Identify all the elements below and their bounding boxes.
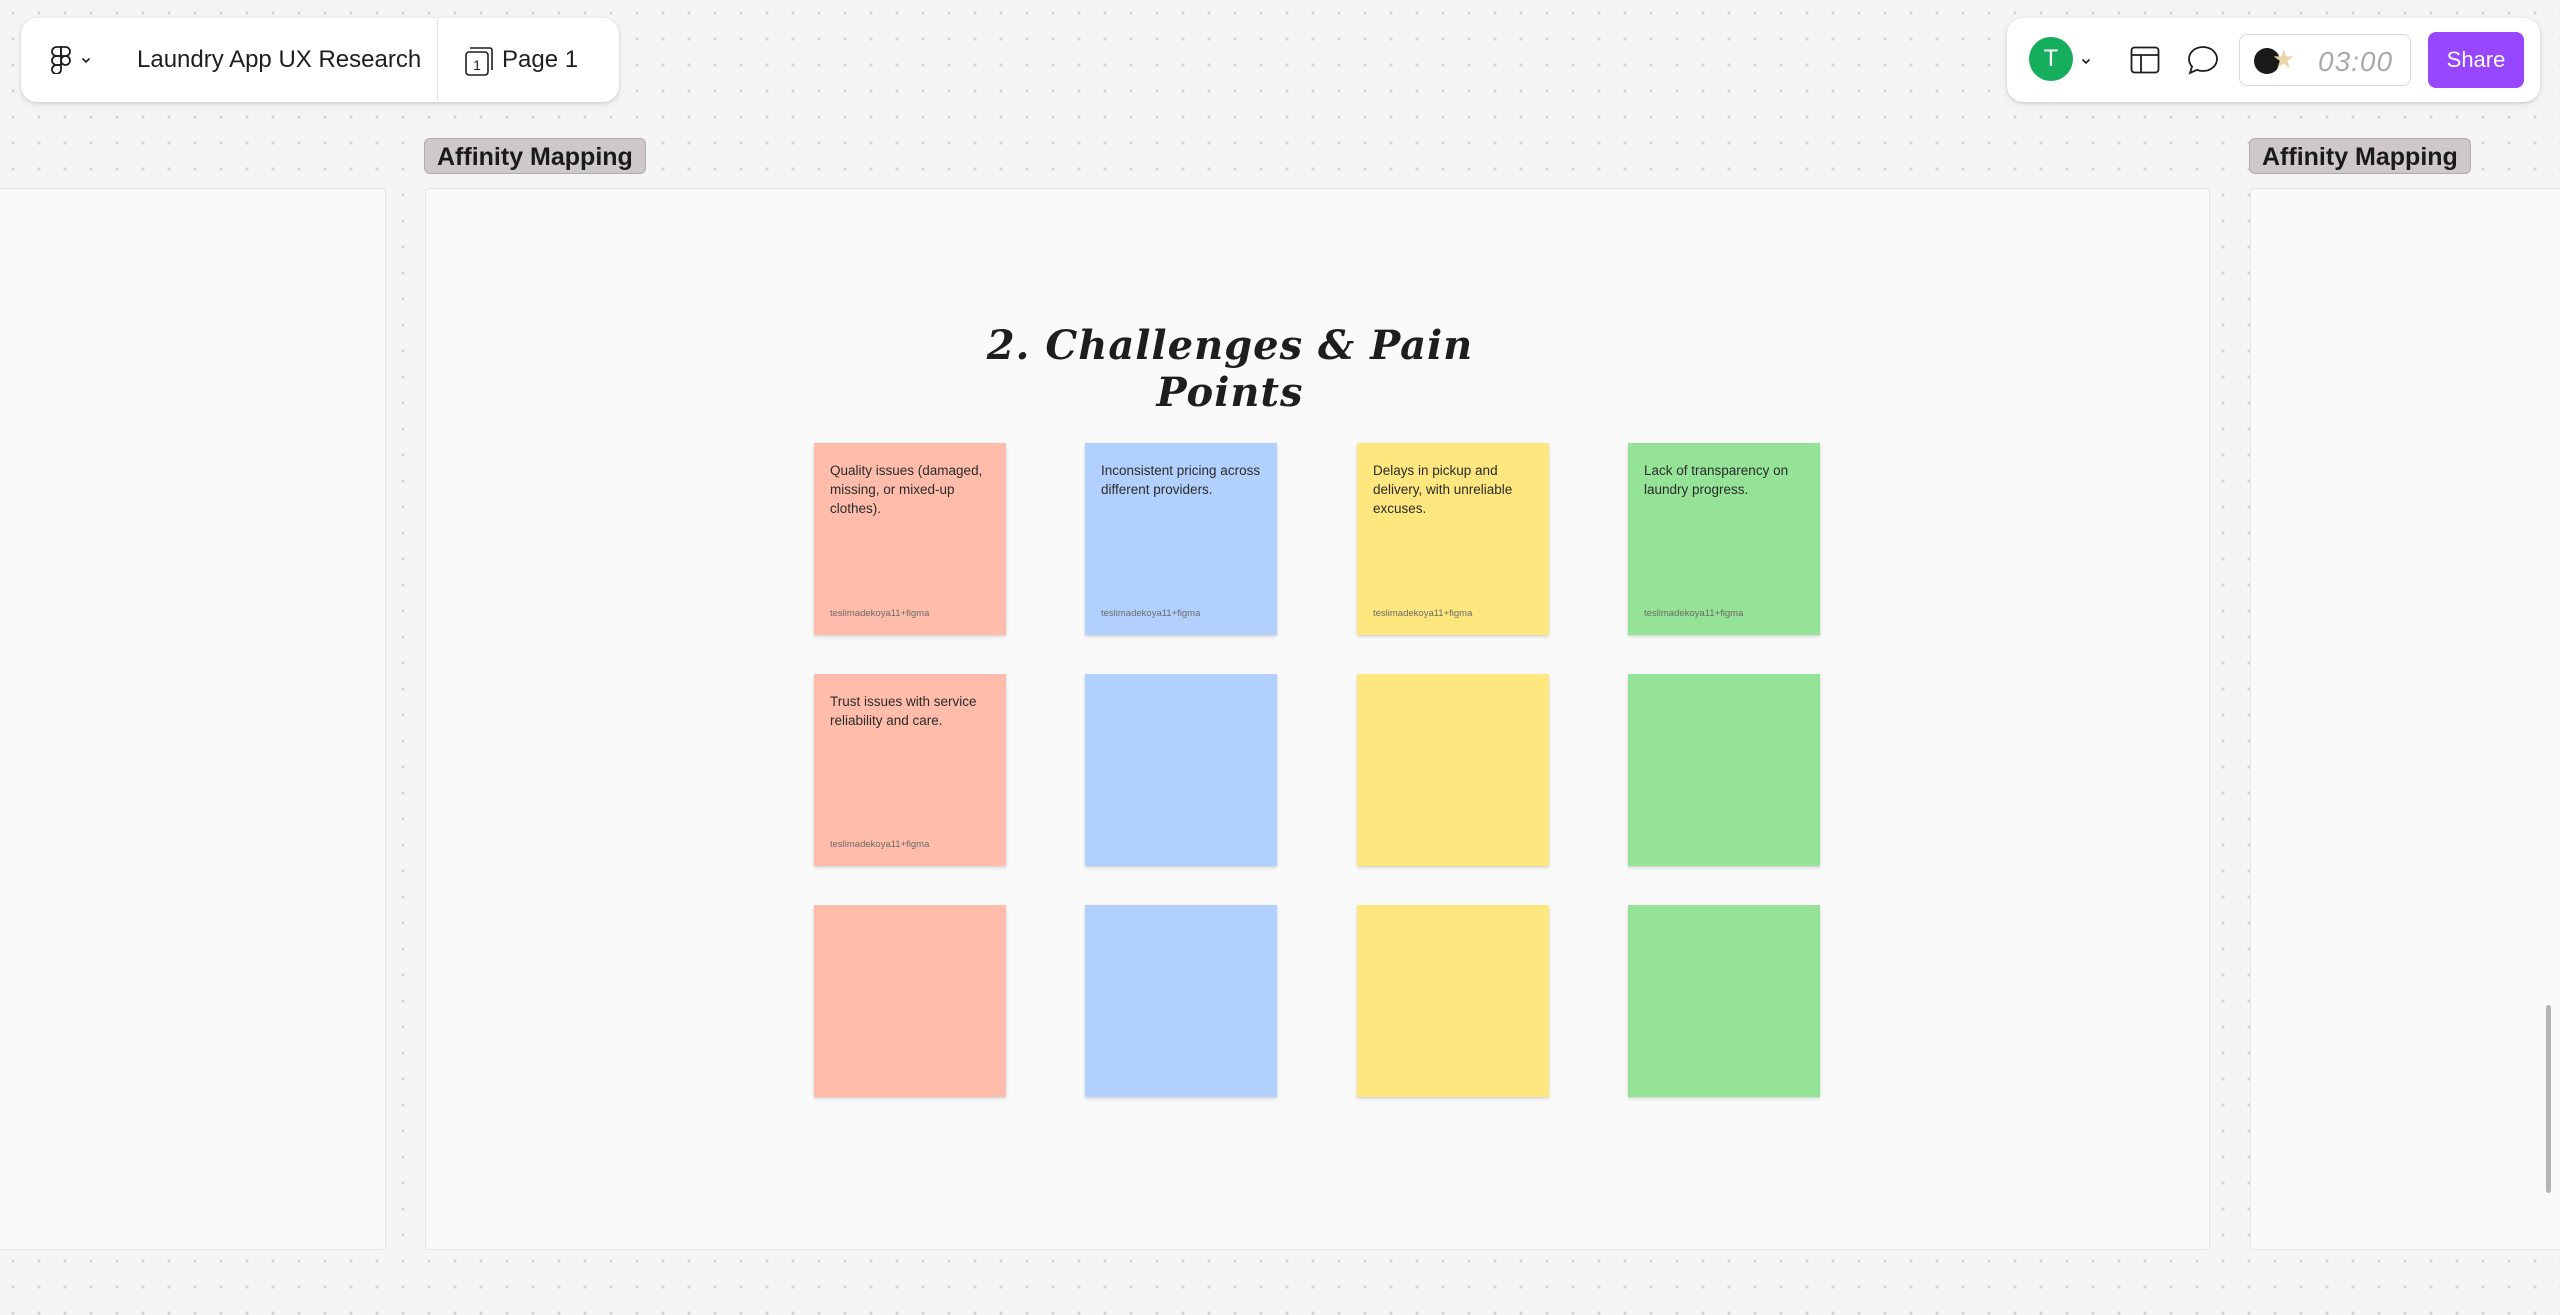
frame-affinity-mapping-right[interactable] xyxy=(2250,188,2560,1250)
star-icon: ★ xyxy=(2272,44,2296,74)
sticky-note-author: teslimadekoya11+figma xyxy=(830,608,930,619)
sticky-note-empty[interactable] xyxy=(1085,905,1277,1097)
avatar[interactable]: T xyxy=(2029,37,2073,81)
sticky-note-text: Trust issues with service reliability an… xyxy=(830,694,977,728)
board-heading[interactable]: 2. Challenges & Pain Points xyxy=(950,322,1510,416)
chevron-down-icon[interactable] xyxy=(2079,54,2093,68)
timer-value: 03:00 xyxy=(2318,46,2394,77)
sticky-note[interactable]: Quality issues (damaged, missing, or mix… xyxy=(814,443,1006,635)
main-menu-button[interactable] xyxy=(21,18,121,102)
sticky-note-empty[interactable] xyxy=(1357,905,1549,1097)
sticky-note-empty[interactable] xyxy=(1357,674,1549,866)
sticky-note-text: Delays in pickup and delivery, with unre… xyxy=(1373,463,1513,516)
file-toolbar: Laundry App UX Research 1 Page 1 xyxy=(21,18,619,102)
sticky-note-empty[interactable] xyxy=(1085,674,1277,866)
sticky-note-author: teslimadekoya11+figma xyxy=(1644,608,1744,619)
sticky-note-text: Lack of transparency on laundry progress… xyxy=(1644,463,1789,497)
sticky-note[interactable]: Delays in pickup and delivery, with unre… xyxy=(1357,443,1549,635)
sticky-note-author: teslimadekoya11+figma xyxy=(830,839,930,850)
page-icon: 1 xyxy=(464,45,493,76)
comment-icon[interactable] xyxy=(2187,45,2219,75)
page-label: Page 1 xyxy=(502,46,579,73)
sticky-note[interactable]: Trust issues with service reliability an… xyxy=(814,674,1006,866)
sticky-note-empty[interactable] xyxy=(1628,674,1820,866)
timer-widget[interactable]: ★ 03:00 xyxy=(2239,34,2411,86)
sticky-note-empty[interactable] xyxy=(814,905,1006,1097)
chevron-down-icon xyxy=(81,57,91,64)
figma-logo-icon xyxy=(51,46,71,74)
sticky-note-empty[interactable] xyxy=(1628,905,1820,1097)
page-number: 1 xyxy=(473,57,481,73)
vertical-scrollbar[interactable] xyxy=(2546,1005,2551,1193)
collaboration-toolbar: T ★ 03:00 Share xyxy=(2007,18,2540,102)
frame-label-affinity-mapping-right[interactable]: Affinity Mapping xyxy=(2249,138,2471,174)
frame-label-affinity-mapping[interactable]: Affinity Mapping xyxy=(424,138,646,174)
sticky-note-author: teslimadekoya11+figma xyxy=(1101,608,1201,619)
sticky-note[interactable]: Inconsistent pricing across different pr… xyxy=(1085,443,1277,635)
layout-icon[interactable] xyxy=(2130,46,2160,74)
page-selector[interactable]: 1 Page 1 xyxy=(438,45,579,76)
share-button[interactable]: Share xyxy=(2428,32,2524,88)
sticky-note[interactable]: Lack of transparency on laundry progress… xyxy=(1628,443,1820,635)
sticky-note-text: Inconsistent pricing across different pr… xyxy=(1101,463,1261,497)
sticky-note-author: teslimadekoya11+figma xyxy=(1373,608,1473,619)
frame-left[interactable] xyxy=(0,188,386,1250)
file-title[interactable]: Laundry App UX Research xyxy=(121,46,437,74)
sticky-note-text: Quality issues (damaged, missing, or mix… xyxy=(830,463,983,516)
